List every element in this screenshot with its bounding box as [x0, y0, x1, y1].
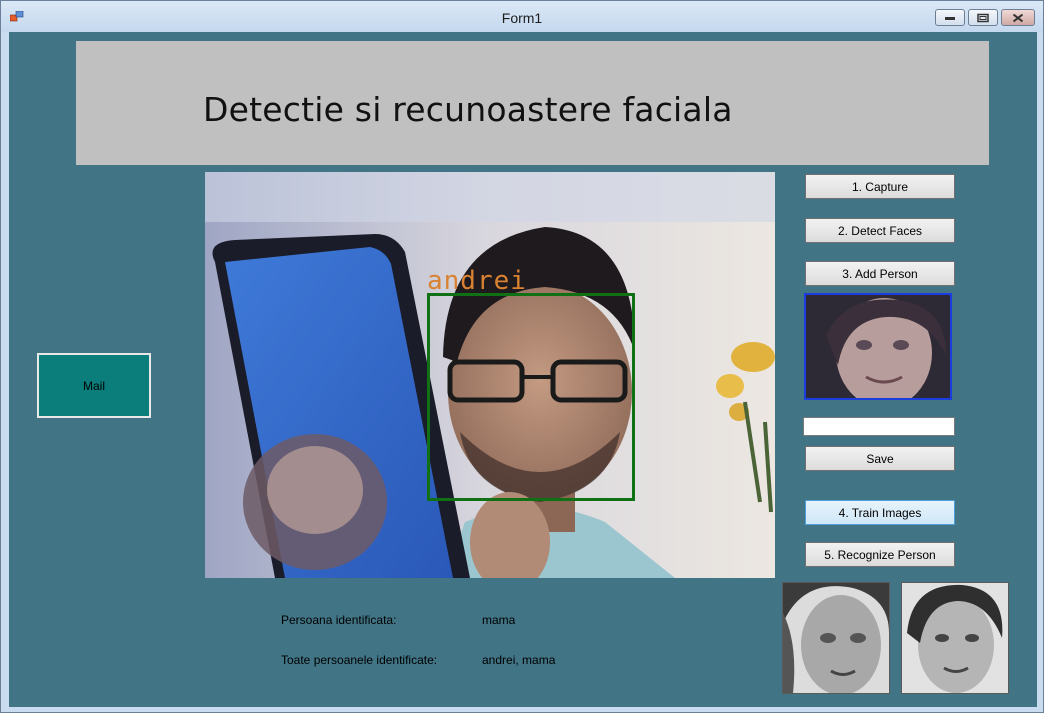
- restore-icon: [977, 13, 989, 22]
- identified-person-label: Persoana identificata:: [281, 613, 397, 627]
- close-button[interactable]: [1001, 9, 1035, 26]
- capture-button[interactable]: 1. Capture: [805, 174, 955, 199]
- header-panel: Detectie si recunoastere faciala: [76, 41, 989, 165]
- detect-faces-button[interactable]: 2. Detect Faces: [805, 218, 955, 243]
- close-icon: [1012, 13, 1024, 22]
- face-detection-box: [427, 293, 635, 501]
- window-title: Form1: [501, 10, 543, 26]
- recognized-face-thumbnail: [901, 582, 1009, 694]
- title-bar[interactable]: Form1: [1, 1, 1043, 32]
- training-face-thumbnail: [782, 582, 890, 694]
- person-name-input[interactable]: [803, 417, 955, 436]
- save-button[interactable]: Save: [805, 446, 955, 471]
- restore-button[interactable]: [968, 9, 998, 26]
- face-name-label: andrei: [427, 266, 527, 296]
- minimize-icon: [945, 16, 955, 20]
- main-window: Form1 Detectie si recunoastere faciala a…: [0, 0, 1044, 713]
- train-images-button[interactable]: 4. Train Images: [805, 500, 955, 525]
- identified-person-value: mama: [482, 613, 516, 627]
- mail-button[interactable]: Mail: [37, 353, 151, 418]
- minimize-button[interactable]: [935, 9, 965, 26]
- page-title: Detectie si recunoastere faciala: [203, 90, 733, 129]
- recognize-person-button[interactable]: 5. Recognize Person: [805, 542, 955, 567]
- add-person-button[interactable]: 3. Add Person: [805, 261, 955, 286]
- detected-face-preview: [804, 293, 952, 400]
- all-identified-label: Toate persoanele identificate:: [281, 653, 438, 667]
- all-identified-value: andrei, mama: [482, 653, 556, 667]
- form-client-area: Detectie si recunoastere faciala andrei …: [9, 32, 1037, 707]
- camera-view[interactable]: andrei: [205, 172, 775, 578]
